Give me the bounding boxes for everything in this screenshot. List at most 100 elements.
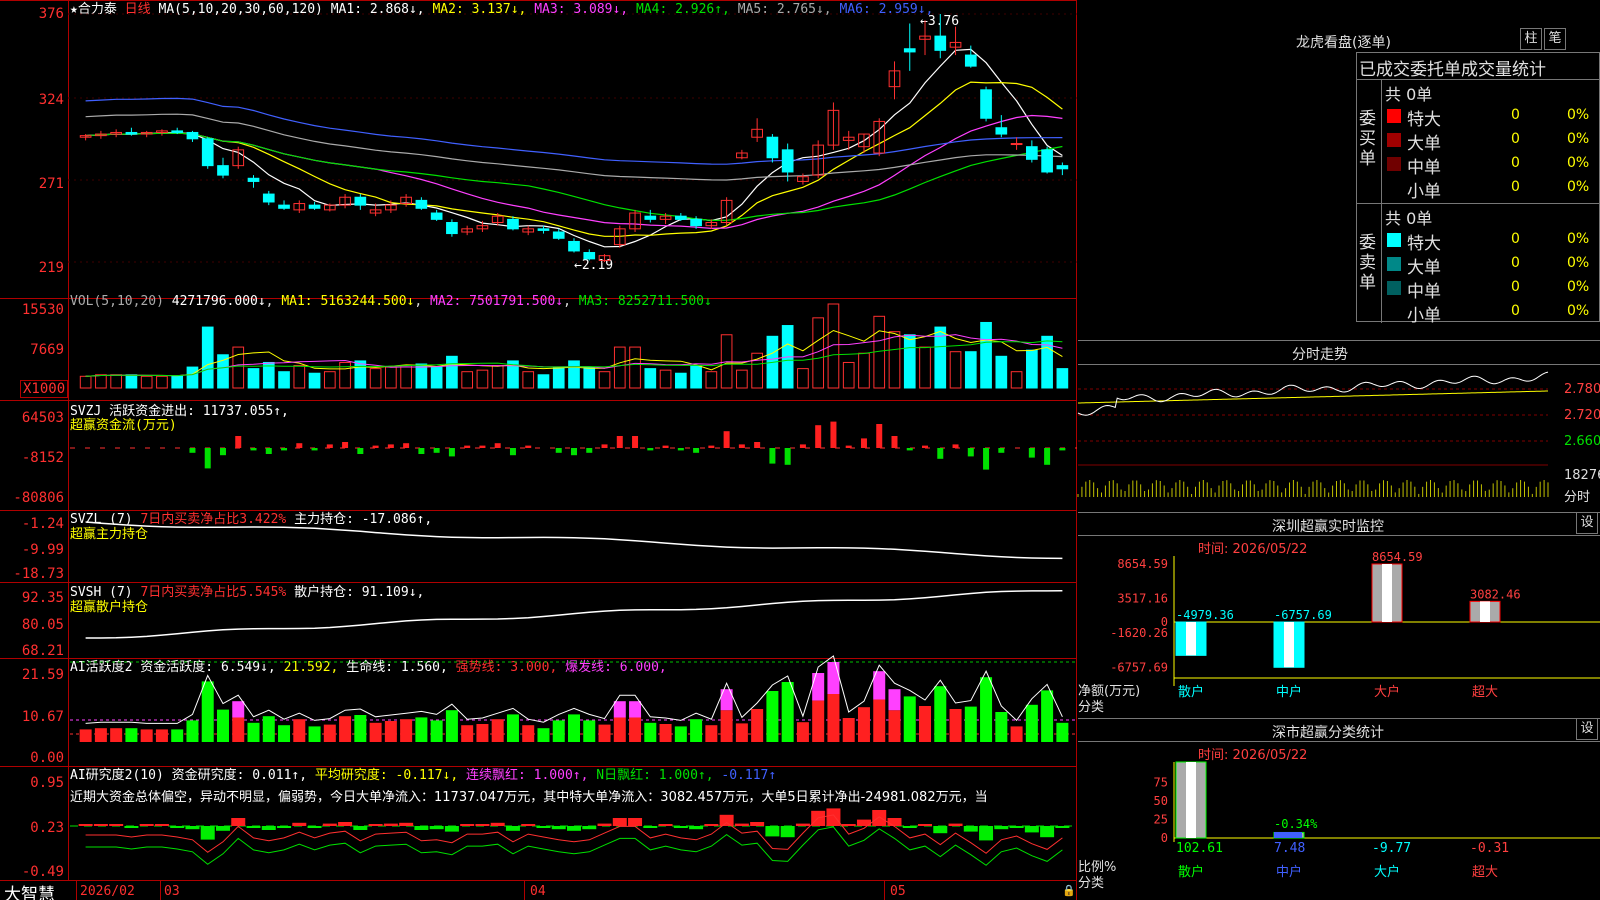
candle-body: [247, 177, 260, 182]
candle-body: [446, 222, 458, 235]
activity-bar: [583, 720, 596, 742]
activity-bar: [125, 728, 138, 742]
order-count: 0: [1511, 131, 1520, 147]
sz-class-chart[interactable]: 75 50 25 0 102.61 散户 7.48 中户 -9.77 大户 -0.31 超大 -0.34…: [1078, 761, 1600, 900]
research-bar: [643, 826, 658, 828]
candle-body: [568, 240, 580, 252]
research-bar: [139, 824, 154, 826]
activity-bar: [415, 717, 428, 742]
cls-bar-value: 7.48: [1274, 841, 1305, 856]
research-chart[interactable]: [0, 766, 1077, 880]
volume-bar: [1056, 368, 1069, 389]
sz-monitor-chart[interactable]: 8654.593517.160-1620.26-6757.69-4979.36散…: [1078, 550, 1600, 706]
volume-bar: [858, 352, 870, 389]
sz-bar-highlight: [1186, 622, 1196, 656]
intraday-price-line: [1077, 371, 1549, 416]
volume-chart[interactable]: [0, 298, 1077, 400]
retail-holding-line[interactable]: [0, 582, 1077, 658]
flow-bar: [448, 448, 455, 457]
sz-class-settings-button[interactable]: 设: [1576, 718, 1598, 740]
flow-bar: [204, 448, 211, 469]
activity-bar: [919, 706, 932, 742]
order-type-label: 特大: [1407, 234, 1441, 254]
sz-bar-highlight: [1284, 622, 1294, 668]
activity-bar-burst: [232, 701, 245, 718]
cls-axis-label: 25: [1154, 812, 1168, 826]
candle-body: [430, 212, 443, 220]
research-bar: [521, 824, 536, 826]
research-bar: [1024, 826, 1039, 833]
research-bar: [505, 826, 520, 831]
research-bar: [292, 822, 307, 826]
candle-body: [644, 215, 657, 220]
volume-bar: [491, 365, 504, 389]
cls-note: -0.34%: [1274, 817, 1318, 831]
activity-bar: [522, 725, 535, 742]
sell-total: 共 0单: [1385, 209, 1433, 228]
order-type-label: 中单: [1407, 282, 1441, 302]
buy-total: 共 0单: [1385, 85, 1433, 104]
fund-flow-chart[interactable]: [0, 400, 1077, 510]
research-bar: [597, 823, 612, 826]
order-count: 0: [1511, 279, 1520, 295]
sz-bar-highlight: [1480, 601, 1490, 622]
cls-axis-label: 50: [1154, 794, 1168, 808]
sz-axis-label: 8654.59: [1117, 557, 1168, 571]
research-bar: [475, 824, 490, 826]
flow-bar: [571, 448, 577, 456]
volume-bar: [156, 375, 168, 389]
research-bar: [78, 824, 93, 826]
order-type-label: 小单: [1407, 306, 1441, 326]
activity-bar-burst: [827, 662, 840, 694]
activity-chart[interactable]: [0, 655, 1077, 766]
lock-icon[interactable]: 🔒: [1062, 884, 1076, 897]
order-percent: 0%: [1567, 231, 1590, 247]
volume-bar: [964, 351, 977, 389]
flow-bar: [189, 448, 196, 453]
sz-bar-value: 3082.46: [1470, 587, 1521, 601]
research-bar: [795, 823, 810, 826]
research-bar: [750, 822, 765, 826]
flow-bar: [1059, 448, 1066, 451]
volume-bar: [217, 354, 229, 389]
flow-bar: [860, 438, 867, 448]
candlestick-chart[interactable]: [0, 0, 1077, 298]
flow-bar: [616, 436, 623, 448]
activity-bar: [949, 709, 962, 742]
main-holding-line[interactable]: [0, 510, 1077, 582]
month-label: 03: [164, 884, 180, 899]
intraday-axis-label: 2.780: [1564, 382, 1600, 397]
bar-mode-button[interactable]: 柱: [1520, 28, 1542, 50]
flow-bar: [296, 443, 303, 448]
intraday-axis-label: 2.720: [1564, 408, 1600, 423]
candle-body: [415, 199, 428, 209]
volume-bar: [842, 361, 855, 389]
activity-bar: [735, 723, 748, 742]
activity-bar: [674, 726, 687, 742]
cls-bar-label: 散户: [1178, 864, 1204, 880]
tick-mode-button[interactable]: 笔: [1544, 28, 1566, 50]
activity-bar: [110, 728, 123, 742]
flow-bar: [586, 448, 593, 453]
activity-bar-burst: [629, 701, 642, 718]
activity-bar: [827, 694, 840, 742]
volume-bar: [171, 375, 184, 389]
volume-bar: [644, 368, 657, 389]
cls-x-caption: 分类: [1078, 876, 1105, 891]
cls-small-bar: [1274, 832, 1302, 838]
research-bar: [994, 826, 1009, 830]
sz-bar-value: 8654.59: [1372, 550, 1423, 564]
flow-bar: [677, 448, 684, 451]
order-type-label: 中单: [1407, 158, 1441, 178]
volume-bar: [201, 326, 214, 389]
sz-monitor-title: 深圳超赢实时监控: [1272, 519, 1384, 535]
sz-monitor-settings-button[interactable]: 设: [1576, 512, 1598, 534]
order-color-swatch: [1387, 281, 1401, 295]
sz-axis-label: -6757.69: [1110, 660, 1168, 674]
activity-bar: [613, 717, 626, 742]
volume-bar: [1041, 335, 1053, 389]
left-chart-area[interactable]: 376 324 271 219 ★合力泰 日线 MA(5,10,20,30,60…: [0, 0, 1077, 900]
sz-bar: [1175, 621, 1207, 656]
volume-bar: [674, 372, 687, 389]
intraday-chart[interactable]: [1077, 365, 1549, 505]
